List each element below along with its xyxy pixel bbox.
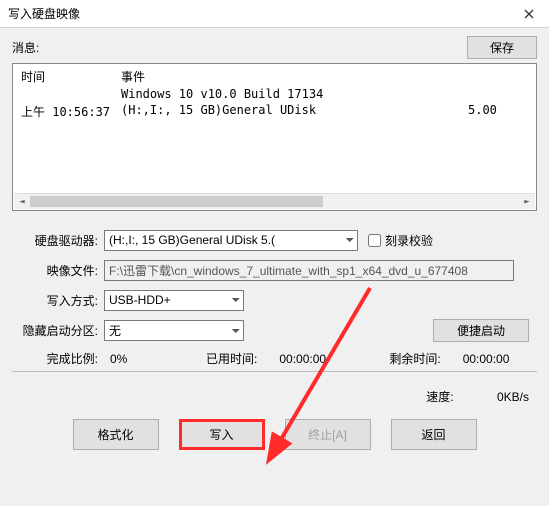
drive-label: 硬盘驱动器:	[12, 232, 104, 249]
format-button[interactable]: 格式化	[73, 419, 159, 450]
dialog-content: 消息: 保存 时间 事件 Windows 10 v10.0 Build 1713…	[0, 28, 549, 506]
method-label: 写入方式:	[12, 292, 104, 309]
speed-label: 速度:	[426, 390, 453, 404]
drive-select[interactable]: (H:,I:, 15 GB)General UDisk 5.(	[104, 230, 358, 251]
hidden-label: 隐藏启动分区:	[12, 322, 104, 339]
scroll-thumb[interactable]	[30, 196, 323, 207]
scroll-right-icon[interactable]: ►	[519, 194, 535, 209]
percent-value: 0%	[110, 352, 200, 366]
verify-label: 刻录校验	[385, 232, 433, 249]
log-extra: 5.00	[468, 103, 528, 120]
form-area: 硬盘驱动器: (H:,I:, 15 GB)General UDisk 5.( 刻…	[12, 229, 537, 450]
action-buttons: 格式化 写入 终止[A] 返回	[12, 419, 537, 450]
image-file-input[interactable]	[104, 260, 514, 281]
hidden-boot-select[interactable]: 无	[104, 320, 244, 341]
image-label: 映像文件:	[12, 262, 104, 279]
log-row: 上午 10:56:37 (H:,I:, 15 GB)General UDisk …	[21, 103, 528, 120]
abort-button[interactable]: 终止[A]	[285, 419, 371, 450]
scroll-track[interactable]	[30, 194, 519, 209]
message-label: 消息:	[12, 39, 467, 56]
window-title: 写入硬盘映像	[8, 5, 509, 22]
quick-boot-button[interactable]: 便捷启动	[433, 319, 529, 342]
log-event: (H:,I:, 15 GB)General UDisk	[121, 103, 468, 120]
elapsed-value: 00:00:00	[279, 352, 359, 366]
verify-checkbox[interactable]	[368, 234, 381, 247]
log-scrollbar-horizontal[interactable]: ◄ ►	[14, 193, 535, 209]
log-header: 时间 事件	[21, 68, 528, 85]
write-method-select[interactable]: USB-HDD+	[104, 290, 244, 311]
write-button[interactable]: 写入	[179, 419, 265, 450]
log-col-time: 时间	[21, 68, 121, 85]
log-time	[21, 87, 121, 101]
log-col-event: 事件	[121, 68, 145, 85]
speed-value: 0KB/s	[497, 390, 529, 404]
log-event: Windows 10 v10.0 Build 17134	[121, 87, 468, 101]
percent-label: 完成比例:	[12, 350, 104, 367]
remain-value: 00:00:00	[463, 352, 510, 366]
separator	[12, 371, 537, 372]
log-time: 上午 10:56:37	[21, 103, 121, 120]
elapsed-label: 已用时间:	[206, 350, 257, 367]
title-bar: 写入硬盘映像	[0, 0, 549, 28]
log-panel: 时间 事件 Windows 10 v10.0 Build 17134 上午 10…	[12, 63, 537, 211]
log-extra	[468, 87, 528, 101]
log-row: Windows 10 v10.0 Build 17134	[21, 87, 528, 101]
verify-checkbox-wrapper[interactable]: 刻录校验	[368, 232, 433, 249]
back-button[interactable]: 返回	[391, 419, 477, 450]
save-button[interactable]: 保存	[467, 36, 537, 59]
scroll-left-icon[interactable]: ◄	[14, 194, 30, 209]
remain-label: 剩余时间:	[389, 350, 440, 367]
close-icon	[524, 9, 534, 19]
close-button[interactable]	[509, 0, 549, 28]
